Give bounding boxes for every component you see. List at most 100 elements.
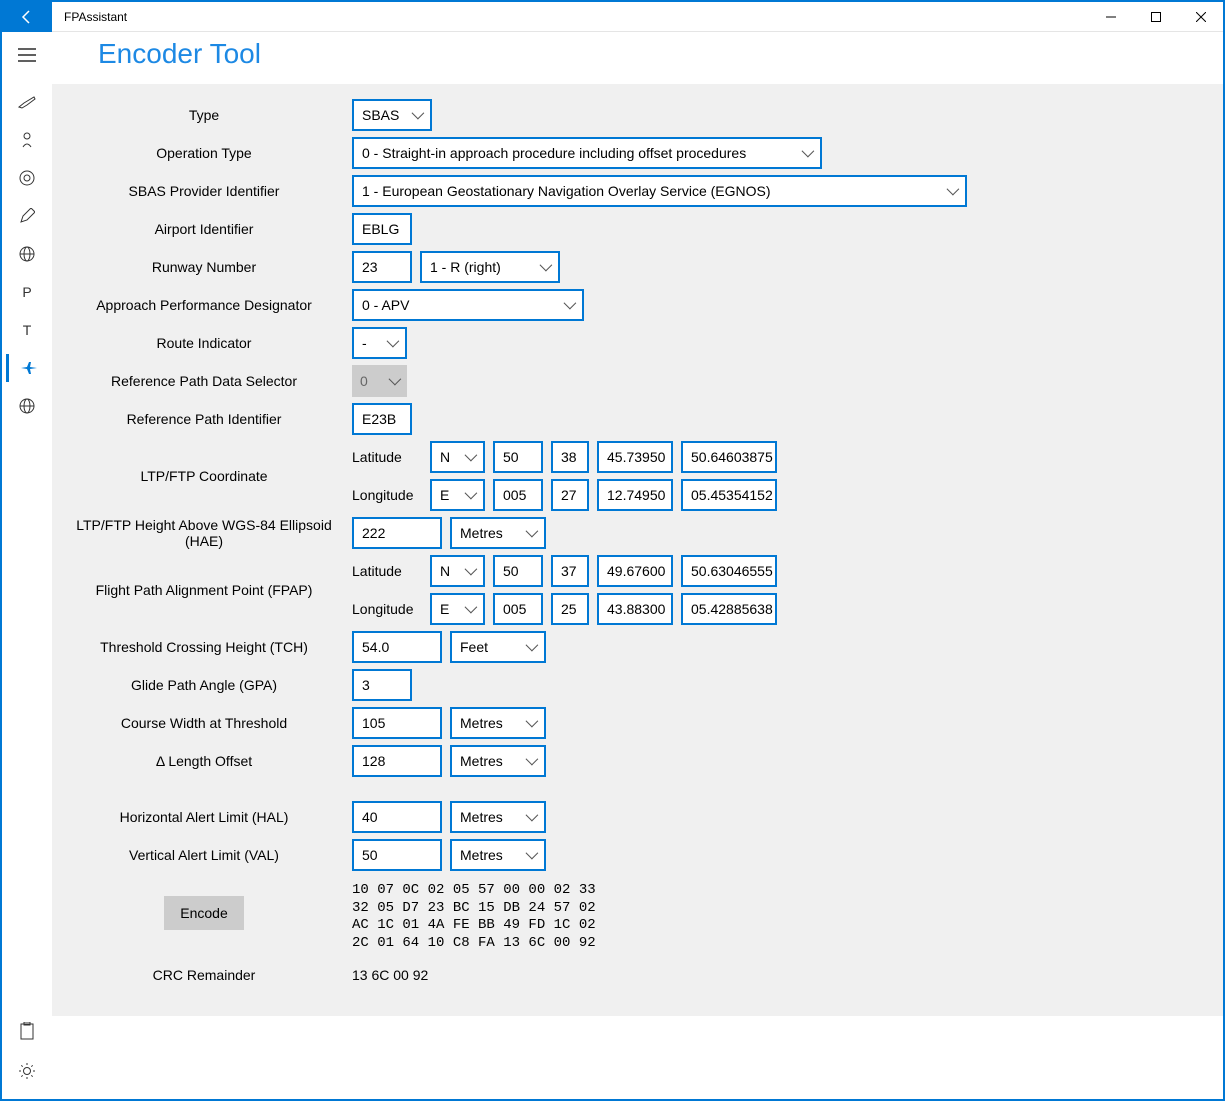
cwat-unit-select[interactable]: Metres xyxy=(450,707,546,739)
dlen-input[interactable]: 128 xyxy=(352,745,442,777)
maximize-button[interactable] xyxy=(1133,2,1178,32)
hae-input[interactable]: 222 xyxy=(352,517,442,549)
sidebar-item-measure[interactable] xyxy=(6,202,48,230)
label-ltpftp: LTP/FTP Coordinate xyxy=(60,440,352,512)
letter-t-icon: T xyxy=(23,322,32,338)
hamburger-icon xyxy=(18,48,36,62)
tch-input[interactable]: 54.0 xyxy=(352,631,442,663)
ltp-lat-hemi-select[interactable]: N xyxy=(430,441,485,473)
rpi-input[interactable]: E23B xyxy=(352,403,412,435)
clipboard-icon xyxy=(20,1022,34,1040)
form-content: Type SBAS Operation Type 0 - Straight-in… xyxy=(52,84,1223,1016)
label-rpds: Reference Path Data Selector xyxy=(60,373,352,389)
airport-id-input[interactable]: EBLG xyxy=(352,213,412,245)
label-hae: LTP/FTP Height Above WGS-84 Ellipsoid (H… xyxy=(60,517,352,549)
sidebar-item-settings[interactable] xyxy=(6,1057,48,1085)
sidebar-item-instrument[interactable] xyxy=(6,164,48,192)
hal-input[interactable]: 40 xyxy=(352,801,442,833)
route-indicator-select[interactable]: - xyxy=(352,327,407,359)
fpap-lat-sec-input[interactable]: 49.67600 xyxy=(597,555,673,587)
label-latitude: Latitude xyxy=(352,449,422,465)
ltp-lat-dd-input[interactable]: 50.64603875 xyxy=(681,441,777,473)
minimize-button[interactable] xyxy=(1088,2,1133,32)
app-title: FPAssistant xyxy=(64,10,127,24)
label-longitude: Longitude xyxy=(352,601,422,617)
label-rpi: Reference Path Identifier xyxy=(60,411,352,427)
val-input[interactable]: 50 xyxy=(352,839,442,871)
runway-side-select[interactable]: 1 - R (right) xyxy=(420,251,560,283)
back-button[interactable] xyxy=(2,2,52,32)
ltp-lon-dd-input[interactable]: 05.45354152 xyxy=(681,479,777,511)
label-dlen: Δ Length Offset xyxy=(60,753,352,769)
label-latitude: Latitude xyxy=(352,563,422,579)
label-runway: Runway Number xyxy=(60,259,352,275)
fpap-lat-min-input[interactable]: 37 xyxy=(551,555,589,587)
menu-button[interactable] xyxy=(2,32,52,78)
apd-select[interactable]: 0 - APV xyxy=(352,289,584,321)
globe-icon xyxy=(19,246,35,262)
label-fpap: Flight Path Alignment Point (FPAP) xyxy=(60,554,352,626)
label-hal: Horizontal Alert Limit (HAL) xyxy=(60,809,352,825)
ltp-lat-min-input[interactable]: 38 xyxy=(551,441,589,473)
fpap-lat-dd-input[interactable]: 50.63046555 xyxy=(681,555,777,587)
arrow-left-icon xyxy=(19,9,35,25)
label-operation-type: Operation Type xyxy=(60,145,352,161)
runway-number-input[interactable]: 23 xyxy=(352,251,412,283)
sidebar-item-departure[interactable] xyxy=(6,88,48,116)
close-button[interactable] xyxy=(1178,2,1223,32)
sidebar: P T xyxy=(2,32,52,1099)
sidebar-item-t[interactable]: T xyxy=(6,316,48,344)
title-bar: FPAssistant xyxy=(2,2,1223,32)
type-select[interactable]: SBAS xyxy=(352,99,432,131)
gpa-input[interactable]: 3 xyxy=(352,669,412,701)
sidebar-item-globe2[interactable] xyxy=(6,392,48,420)
operation-type-select[interactable]: 0 - Straight-in approach procedure inclu… xyxy=(352,137,822,169)
sidebar-item-encoder[interactable] xyxy=(6,354,48,382)
letter-p-icon: P xyxy=(22,284,31,300)
ltp-lon-hemi-select[interactable]: E xyxy=(430,479,485,511)
fpap-lon-dd-input[interactable]: 05.42885638 xyxy=(681,593,777,625)
cwat-input[interactable]: 105 xyxy=(352,707,442,739)
sbas-provider-select[interactable]: 1 - European Geostationary Navigation Ov… xyxy=(352,175,967,207)
tch-unit-select[interactable]: Feet xyxy=(450,631,546,663)
close-icon xyxy=(1196,12,1206,22)
fpap-lat-hemi-select[interactable]: N xyxy=(430,555,485,587)
label-val: Vertical Alert Limit (VAL) xyxy=(60,847,352,863)
hal-unit-select[interactable]: Metres xyxy=(450,801,546,833)
fpap-lon-hemi-select[interactable]: E xyxy=(430,593,485,625)
label-airport-id: Airport Identifier xyxy=(60,221,352,237)
hae-unit-select[interactable]: Metres xyxy=(450,517,546,549)
sidebar-item-p[interactable]: P xyxy=(6,278,48,306)
sidebar-item-approach[interactable] xyxy=(6,126,48,154)
label-cwat: Course Width at Threshold xyxy=(60,715,352,731)
ltp-lon-min-input[interactable]: 27 xyxy=(551,479,589,511)
dlen-unit-select[interactable]: Metres xyxy=(450,745,546,777)
ltp-lon-sec-input[interactable]: 12.74950 xyxy=(597,479,673,511)
gauge-icon xyxy=(19,170,35,186)
label-tch: Threshold Crossing Height (TCH) xyxy=(60,639,352,655)
label-longitude: Longitude xyxy=(352,487,422,503)
rpds-select: 0 xyxy=(352,365,407,397)
ltp-lat-deg-input[interactable]: 50 xyxy=(493,441,543,473)
plane-icon xyxy=(20,360,38,376)
ltp-lat-sec-input[interactable]: 45.73950 xyxy=(597,441,673,473)
globe-icon xyxy=(19,398,35,414)
fpap-lon-min-input[interactable]: 25 xyxy=(551,593,589,625)
encode-button[interactable]: Encode xyxy=(164,896,244,930)
sidebar-item-globe[interactable] xyxy=(6,240,48,268)
page-title: Encoder Tool xyxy=(2,32,1223,84)
crc-value: 13 6C 00 92 xyxy=(352,967,428,983)
val-unit-select[interactable]: Metres xyxy=(450,839,546,871)
window-controls xyxy=(1088,2,1223,32)
label-route-indicator: Route Indicator xyxy=(60,335,352,351)
fpap-lon-sec-input[interactable]: 43.88300 xyxy=(597,593,673,625)
fpap-lat-deg-input[interactable]: 50 xyxy=(493,555,543,587)
gear-icon xyxy=(18,1062,36,1080)
plane-takeoff-icon xyxy=(18,95,36,109)
label-type: Type xyxy=(60,107,352,123)
fpap-lon-deg-input[interactable]: 005 xyxy=(493,593,543,625)
person-location-icon xyxy=(19,132,35,148)
ltp-lon-deg-input[interactable]: 005 xyxy=(493,479,543,511)
maximize-icon xyxy=(1151,12,1161,22)
sidebar-item-clipboard[interactable] xyxy=(6,1017,48,1045)
